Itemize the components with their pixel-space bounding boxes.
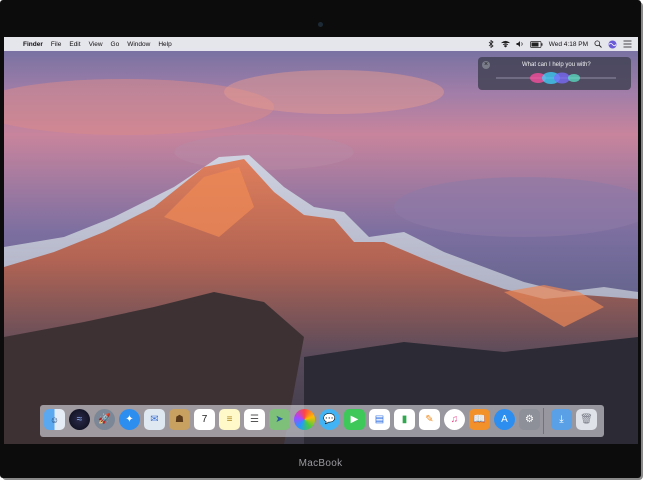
- menu-clock[interactable]: Wed 4:18 PM: [549, 41, 588, 48]
- dock-siri-icon[interactable]: ≈: [69, 409, 90, 430]
- dock-contacts-icon[interactable]: ☗: [169, 409, 190, 430]
- battery-icon[interactable]: [529, 40, 543, 48]
- siri-waveform-icon: [496, 72, 616, 84]
- dock-keynote-icon[interactable]: ▤: [369, 409, 390, 430]
- menu-help[interactable]: Help: [158, 41, 171, 48]
- dock-facetime-icon[interactable]: ▶: [344, 409, 365, 430]
- menu-window[interactable]: Window: [127, 41, 150, 48]
- menu-file[interactable]: File: [51, 41, 61, 48]
- bluetooth-icon[interactable]: [487, 40, 495, 48]
- dock-system-preferences-icon[interactable]: ⚙: [519, 409, 540, 430]
- siri-prompt: What can I help you with?: [522, 62, 591, 68]
- menu-go[interactable]: Go: [111, 41, 120, 48]
- dock-numbers-icon[interactable]: ▮: [394, 409, 415, 430]
- macbook-label: MacBook: [298, 458, 343, 469]
- status-area: Wed 4:18 PM: [487, 37, 632, 51]
- dock-app-store-icon[interactable]: A: [494, 409, 515, 430]
- spotlight-search-icon[interactable]: [594, 40, 602, 48]
- dock-trash-icon[interactable]: 🗑: [576, 409, 597, 430]
- notification-center-icon[interactable]: [623, 40, 632, 48]
- macbook-bezel: Finder File Edit View Go Window Help Wed…: [0, 0, 641, 478]
- dock-launchpad-icon[interactable]: 🚀: [94, 409, 115, 430]
- dock-photos-icon[interactable]: [294, 409, 315, 430]
- dock-safari-icon[interactable]: ✦: [119, 409, 140, 430]
- dock-mail-icon[interactable]: ✉: [144, 409, 165, 430]
- siri-menu-icon[interactable]: [608, 40, 617, 49]
- dock-ibooks-icon[interactable]: 📖: [469, 409, 490, 430]
- desktop-screen: Finder File Edit View Go Window Help Wed…: [4, 37, 638, 444]
- dock: ☺ ≈ 🚀 ✦ ✉ ☗ 7 ≡ ☰ ➤ 💬 ▶ ▤ ▮ ✎ ♫ 📖 A ⚙ ⤓ …: [40, 405, 604, 437]
- dock-reminders-icon[interactable]: ☰: [244, 409, 265, 430]
- menu-bar: Finder File Edit View Go Window Help Wed…: [4, 37, 638, 51]
- dock-downloads-folder-icon[interactable]: ⤓: [551, 409, 572, 430]
- siri-close-button[interactable]: ×: [482, 61, 490, 69]
- dock-separator: [543, 408, 544, 434]
- wallpaper-mountains: [4, 70, 638, 444]
- menu-view[interactable]: View: [89, 41, 103, 48]
- menu-app-finder[interactable]: Finder: [23, 41, 43, 48]
- dock-itunes-icon[interactable]: ♫: [444, 409, 465, 430]
- dock-finder-icon[interactable]: ☺: [44, 409, 65, 430]
- camera-icon: [318, 22, 323, 27]
- menu-edit[interactable]: Edit: [69, 41, 80, 48]
- dock-messages-icon[interactable]: 💬: [319, 409, 340, 430]
- dock-pages-icon[interactable]: ✎: [419, 409, 440, 430]
- dock-notes-icon[interactable]: ≡: [219, 409, 240, 430]
- dock-maps-icon[interactable]: ➤: [269, 409, 290, 430]
- dock-calendar-icon[interactable]: 7: [194, 409, 215, 430]
- volume-icon[interactable]: [516, 40, 524, 48]
- wifi-icon[interactable]: [501, 40, 510, 48]
- calendar-day: 7: [201, 414, 208, 425]
- siri-panel: × What can I help you with?: [478, 57, 631, 90]
